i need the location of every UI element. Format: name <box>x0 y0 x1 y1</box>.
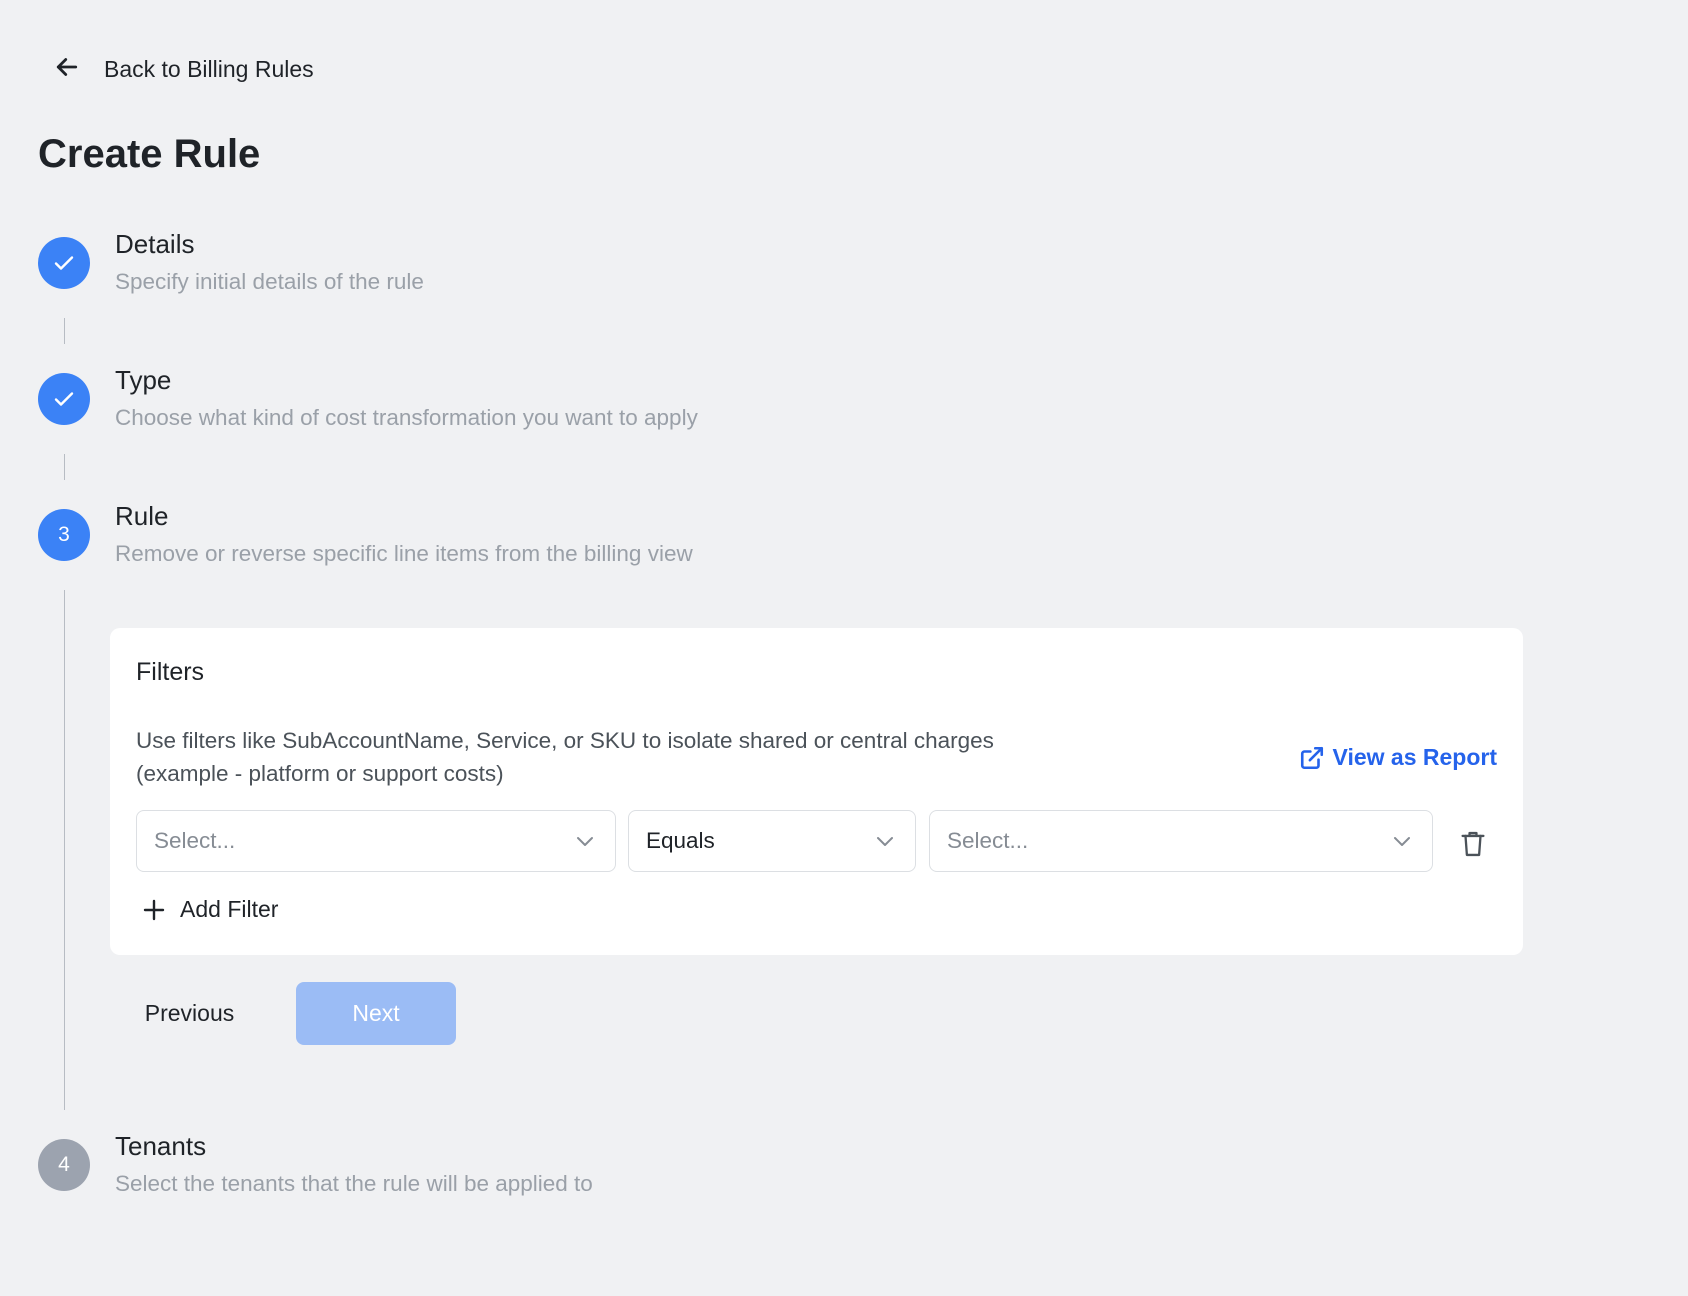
step-connector <box>64 318 65 344</box>
filter-field-placeholder: Select... <box>154 828 236 853</box>
trash-icon <box>1461 831 1485 857</box>
filters-card: Filters Use filters like SubAccountName,… <box>110 628 1523 955</box>
filter-value-placeholder: Select... <box>947 828 1029 853</box>
step-3-title: Rule <box>115 501 169 531</box>
filters-description-line-2: (example - platform or support costs) <box>136 761 504 786</box>
plus-icon <box>143 899 165 920</box>
filters-description: Use filters like SubAccountName, Service… <box>136 724 1096 790</box>
step-4-pending-indicator: 4 <box>38 1139 90 1191</box>
page-title: Create Rule <box>38 132 261 176</box>
chevron-down-icon <box>877 837 893 846</box>
filters-title: Filters <box>136 658 205 686</box>
step-2-complete-indicator <box>38 373 90 425</box>
chevron-down-icon <box>577 837 593 846</box>
arrow-left-icon <box>52 52 82 87</box>
next-button[interactable]: Next <box>296 982 456 1045</box>
step-4-number: 4 <box>58 1153 70 1176</box>
previous-button[interactable]: Previous <box>127 982 252 1045</box>
filter-operator-select[interactable]: Equals <box>628 810 916 872</box>
check-icon <box>54 392 74 406</box>
step-1-complete-indicator <box>38 237 90 289</box>
add-filter-label: Add Filter <box>180 896 279 922</box>
filter-operator-value: Equals <box>646 828 715 853</box>
delete-filter-button[interactable] <box>1453 824 1493 864</box>
step-3-description: Remove or reverse specific line items fr… <box>115 541 693 566</box>
step-3-active-indicator: 3 <box>38 509 90 561</box>
step-2-description: Choose what kind of cost transformation … <box>115 405 698 430</box>
step-1-title: Details <box>115 229 195 259</box>
view-as-report-link[interactable]: View as Report <box>1299 744 1497 771</box>
filter-field-select[interactable]: Select... <box>136 810 616 872</box>
filter-value-select[interactable]: Select... <box>929 810 1433 872</box>
back-to-billing-rules-link[interactable]: Back to Billing Rules <box>52 52 314 87</box>
step-1-description: Specify initial details of the rule <box>115 269 424 294</box>
step-4-description: Select the tenants that the rule will be… <box>115 1171 593 1196</box>
external-link-icon <box>1300 746 1323 769</box>
chevron-down-icon <box>1394 837 1410 846</box>
filters-description-line-1: Use filters like SubAccountName, Service… <box>136 728 994 753</box>
step-3-number: 3 <box>58 523 70 546</box>
step-2-title: Type <box>115 365 172 395</box>
view-as-report-label: View as Report <box>1332 744 1497 770</box>
check-icon <box>54 256 74 270</box>
step-3-connector <box>64 590 65 1110</box>
step-4-title: Tenants <box>115 1131 207 1161</box>
add-filter-button[interactable]: Add Filter <box>142 896 278 923</box>
step-connector <box>64 454 65 480</box>
back-link-label: Back to Billing Rules <box>104 56 314 82</box>
